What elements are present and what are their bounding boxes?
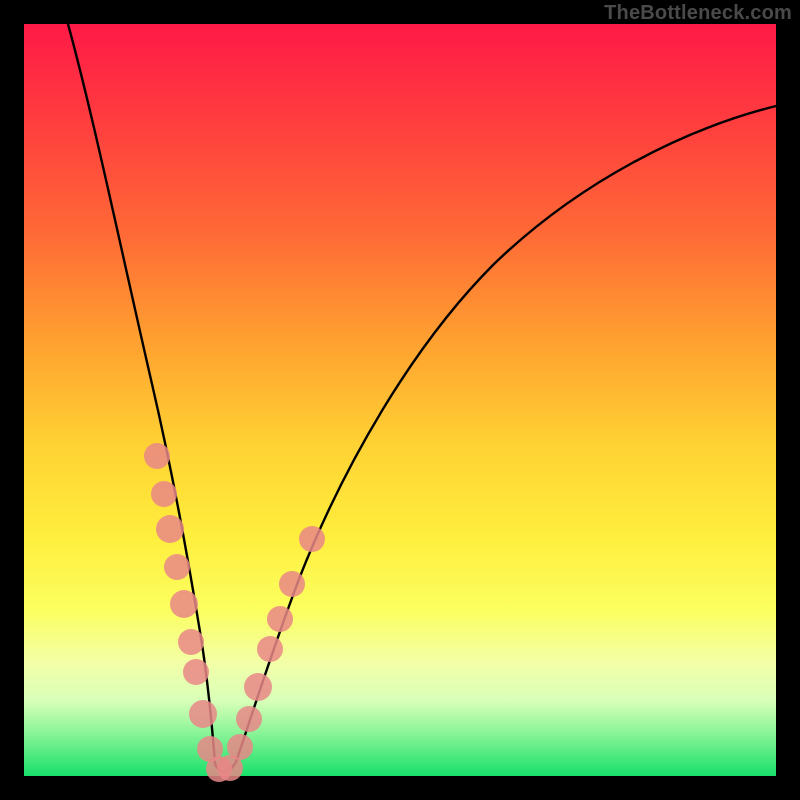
marker-dot — [189, 700, 217, 728]
marker-dot — [236, 706, 262, 732]
plot-area — [24, 24, 776, 776]
marker-dot — [267, 606, 293, 632]
marker-dot — [299, 526, 325, 552]
watermark-text: TheBottleneck.com — [604, 2, 792, 25]
outer-frame: TheBottleneck.com — [0, 0, 800, 800]
marker-dot — [164, 554, 190, 580]
marker-dot — [144, 443, 170, 469]
curve-right-branch — [236, 106, 776, 762]
marker-dot — [227, 734, 253, 760]
marker-dot — [279, 571, 305, 597]
marker-dot — [151, 481, 177, 507]
marker-dot — [170, 590, 198, 618]
marker-dot — [178, 629, 204, 655]
marker-group — [144, 443, 325, 782]
bottleneck-curve — [24, 24, 776, 776]
marker-dot — [244, 673, 272, 701]
marker-dot — [156, 515, 184, 543]
marker-dot — [183, 659, 209, 685]
marker-dot — [257, 636, 283, 662]
